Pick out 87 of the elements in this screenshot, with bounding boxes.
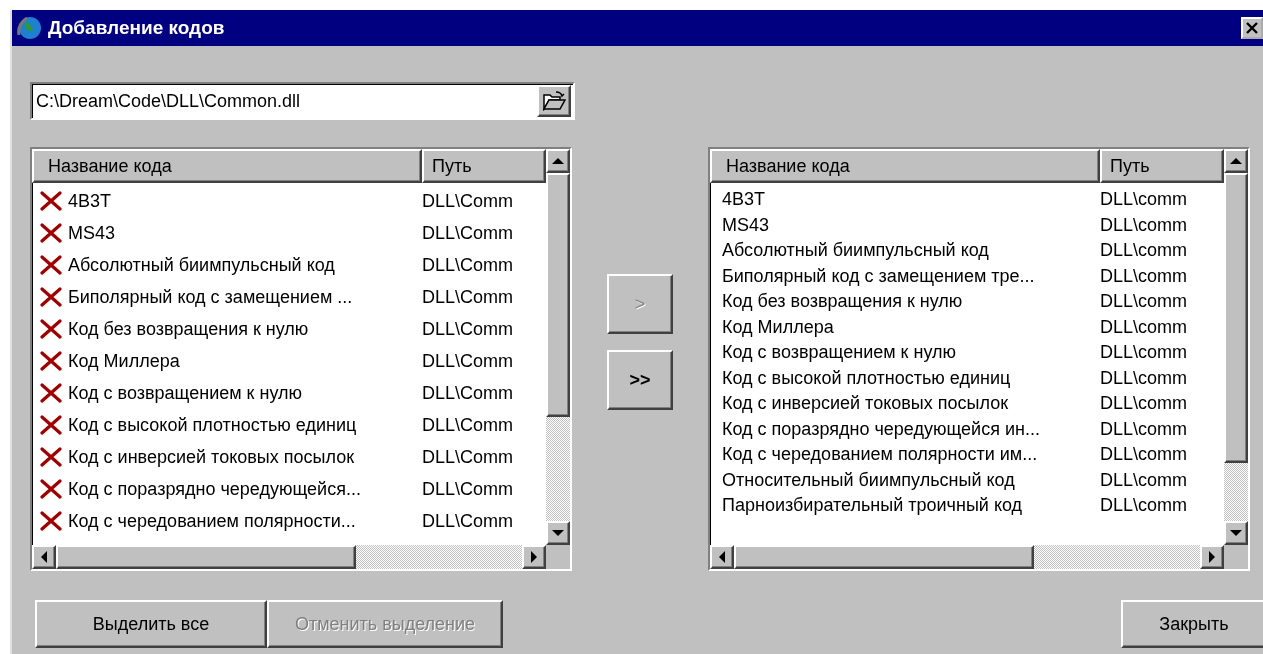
code-name[interactable]: Код с чередованием полярности им... (722, 441, 1038, 469)
close-dialog-button[interactable]: Закрыть (1121, 600, 1263, 648)
code-name[interactable]: Биполярный код с замещением тре... (722, 262, 1035, 290)
scroll-left-button[interactable] (710, 545, 734, 569)
code-path: DLL\comm (1100, 418, 1188, 439)
code-path: DLL\comm (1100, 495, 1188, 516)
code-path: DLL\comm (1100, 444, 1188, 465)
code-name[interactable]: Абсолютный биимпульсный код (722, 237, 989, 265)
code-path: DLL\Comm (422, 382, 514, 403)
add-all-button[interactable]: >> (607, 350, 673, 410)
code-name[interactable]: 4B3T (722, 186, 766, 214)
window-title: Добавление кодов (48, 15, 225, 40)
close-button[interactable] (1241, 17, 1263, 39)
code-path: DLL\comm (1100, 342, 1188, 363)
right-arrow-icon (1209, 551, 1215, 563)
code-path: DLL\comm (1100, 265, 1188, 286)
folder-icon (542, 91, 566, 111)
scrollbar-thumb[interactable] (1224, 173, 1248, 463)
code-path: DLL\Comm (422, 318, 514, 339)
code-name[interactable]: Парноизбирательный троичный код (722, 492, 1023, 520)
close-icon (1246, 22, 1258, 34)
scrollbar-corner (1224, 545, 1248, 569)
code-name[interactable]: Код с возвращением к нулю (722, 339, 957, 367)
scrollbar-thumb[interactable] (56, 545, 356, 569)
code-path: DLL\Comm (422, 446, 514, 467)
down-arrow-icon (552, 530, 564, 536)
scrollbar-thumb[interactable] (734, 545, 1034, 569)
scroll-down-button[interactable] (1224, 521, 1248, 545)
code-path: DLL\comm (1100, 367, 1188, 388)
column-header[interactable]: Путь (422, 149, 546, 183)
up-arrow-icon (1230, 158, 1242, 164)
code-name[interactable]: MS43 (722, 211, 770, 239)
code-name[interactable]: Абсолютный биимпульсный код (68, 251, 335, 279)
scroll-down-button[interactable] (546, 521, 570, 545)
right-arrow-icon (531, 551, 537, 563)
path-field[interactable]: C:\Dream\Code\DLL\Common.dll (30, 82, 575, 120)
code-path: DLL\comm (1100, 316, 1188, 337)
code-path: DLL\Comm (422, 414, 514, 435)
code-name[interactable]: Биполярный код с замещением ... (68, 283, 353, 311)
select-all-button[interactable]: Выделить все (35, 600, 267, 648)
code-name[interactable]: Код с поразрядно чередующейся ин... (722, 415, 1040, 443)
code-name[interactable]: 4B3T (68, 187, 112, 215)
code-name[interactable]: Код с поразрядно чередующейся... (68, 475, 361, 503)
path-input[interactable]: C:\Dream\Code\DLL\Common.dll (34, 87, 537, 115)
code-path: DLL\comm (1100, 469, 1188, 490)
code-path: DLL\Comm (422, 350, 514, 371)
code-name[interactable]: Код Миллера (722, 313, 834, 341)
add-button: > (607, 274, 673, 334)
left-arrow-icon (41, 551, 47, 563)
globe-icon (16, 15, 42, 41)
column-header[interactable]: Название кода (710, 149, 1100, 183)
code-path: DLL\Comm (422, 222, 514, 243)
code-name[interactable]: MS43 (68, 219, 116, 247)
code-path: DLL\Comm (422, 286, 514, 307)
code-path: DLL\Comm (422, 478, 514, 499)
code-name[interactable]: Код Миллера (68, 347, 180, 375)
scroll-up-button[interactable] (1224, 149, 1248, 173)
code-name[interactable]: Относительный биимпульсный код (722, 466, 1015, 494)
code-path: DLL\comm (1100, 393, 1188, 414)
code-path: DLL\comm (1100, 189, 1188, 210)
scrollbar-thumb[interactable] (546, 173, 570, 417)
down-arrow-icon (1230, 530, 1242, 536)
code-name[interactable]: Код с чередованием полярности... (68, 507, 356, 535)
code-path: DLL\comm (1100, 240, 1188, 261)
code-name[interactable]: Код с инверсией токовых посылок (722, 390, 1009, 418)
left-arrow-icon (719, 551, 725, 563)
code-name[interactable]: Код без возвращения к нулю (722, 288, 963, 316)
scroll-left-button[interactable] (32, 545, 56, 569)
code-path: DLL\Comm (422, 254, 514, 275)
scrollbar-corner (546, 545, 570, 569)
code-name[interactable]: Код без возвращения к нулю (68, 315, 309, 343)
deselect-all-button: Отменить выделение (267, 600, 503, 648)
code-name[interactable]: Код с возвращением к нулю (68, 379, 303, 407)
code-name[interactable]: Код с высокой плотностью единиц (68, 411, 357, 439)
code-path: DLL\comm (1100, 214, 1188, 235)
code-name[interactable]: Код с инверсией токовых посылок (68, 443, 355, 471)
up-arrow-icon (552, 158, 564, 164)
code-path: DLL\Comm (422, 190, 514, 211)
column-header[interactable]: Название кода (32, 149, 422, 183)
open-file-button[interactable] (537, 85, 571, 117)
code-path: DLL\Comm (422, 510, 514, 531)
scroll-up-button[interactable] (546, 149, 570, 173)
code-name[interactable]: Код с высокой плотностью единиц (722, 364, 1011, 392)
scroll-right-button[interactable] (522, 545, 546, 569)
code-path: DLL\comm (1100, 291, 1188, 312)
scroll-right-button[interactable] (1200, 545, 1224, 569)
column-header[interactable]: Путь (1100, 149, 1224, 183)
